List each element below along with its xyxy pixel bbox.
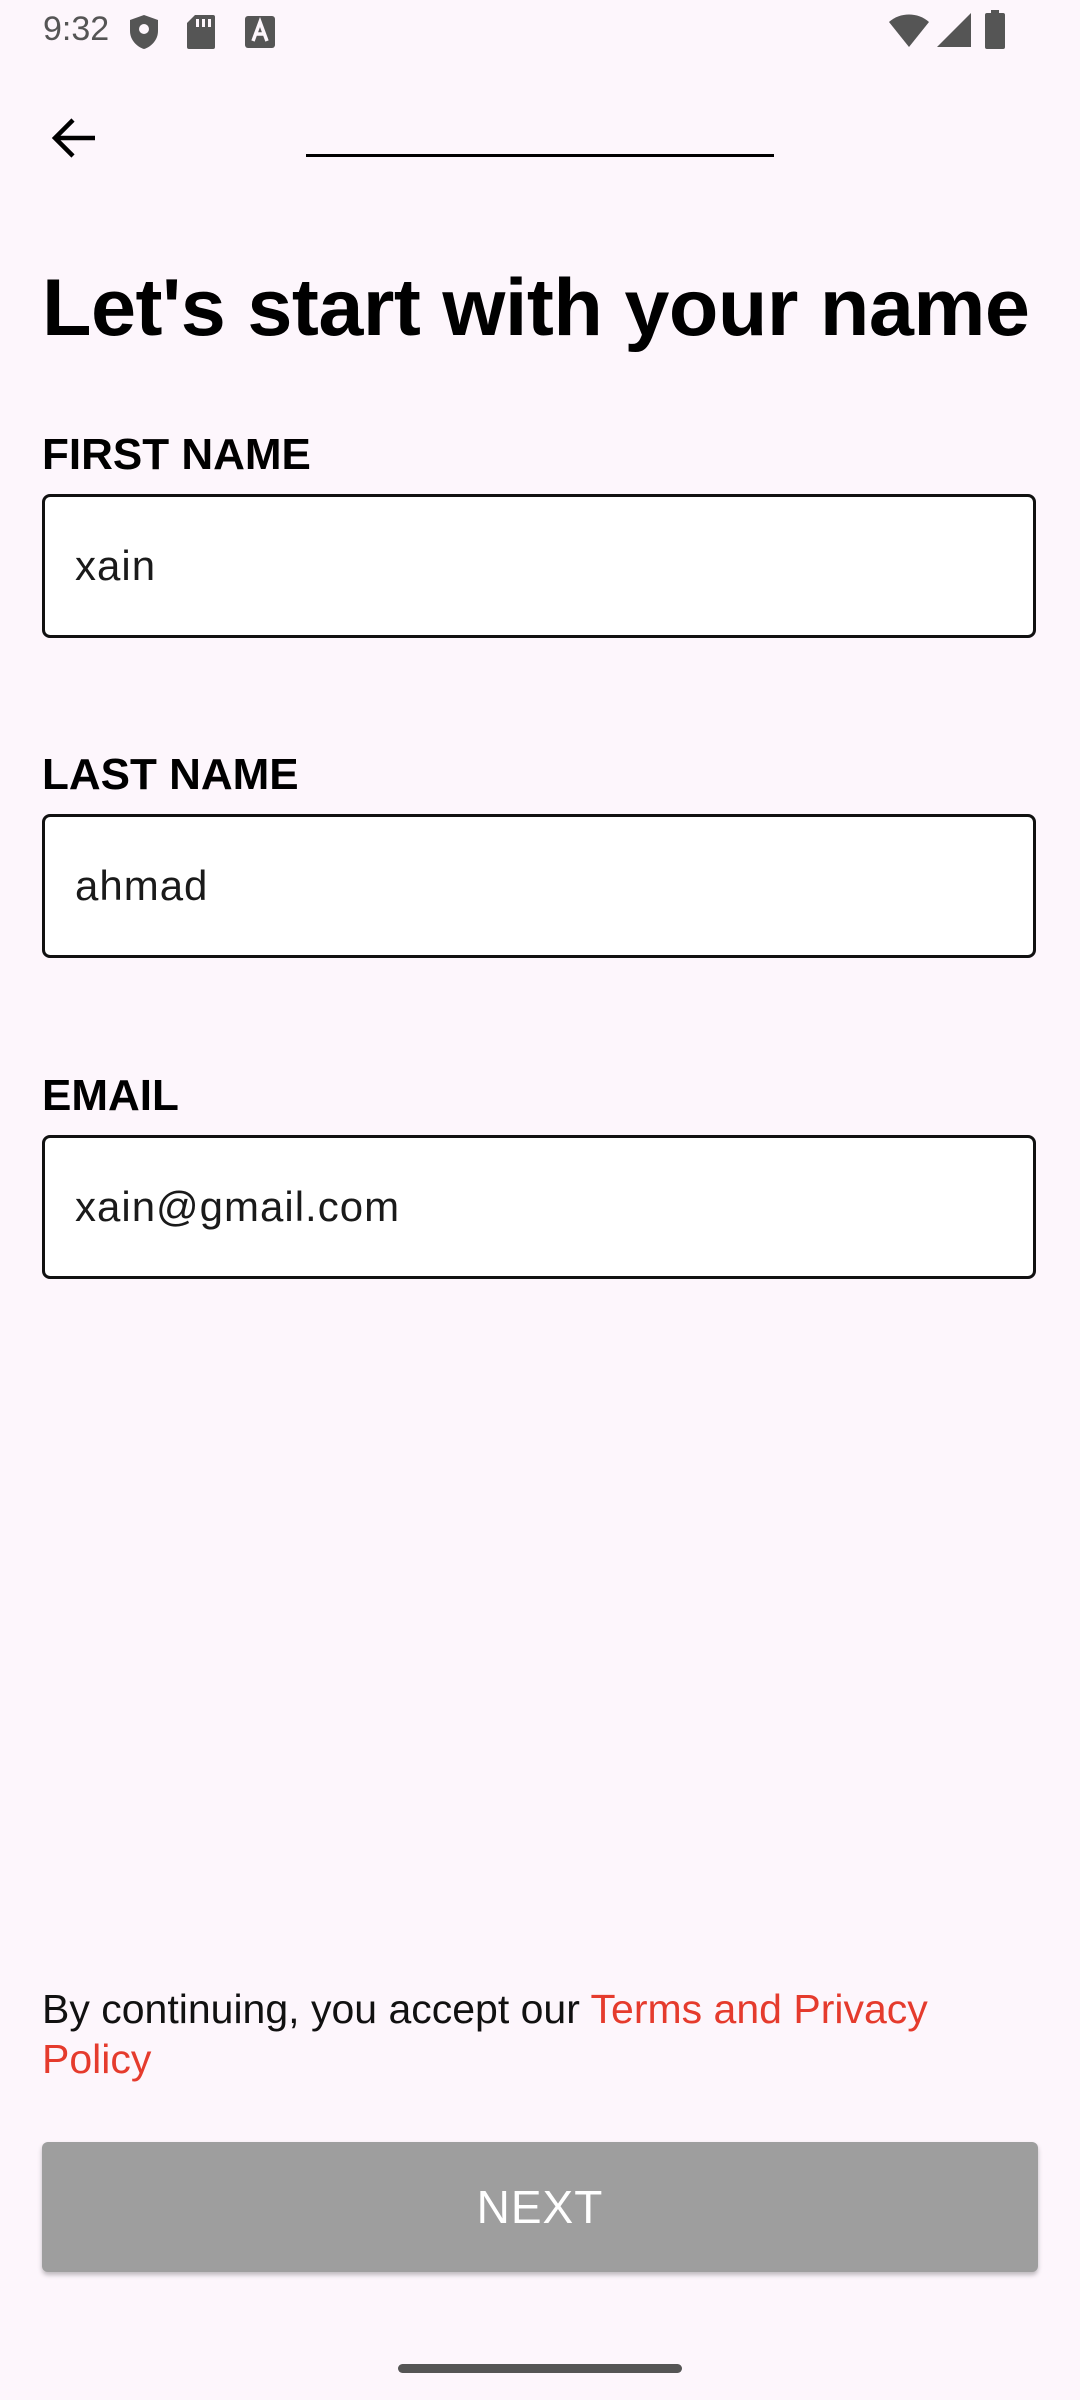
- terms-text: By continuing, you accept our Terms and …: [42, 1984, 1032, 2084]
- first-name-value: xain: [75, 542, 157, 589]
- terms-prefix: By continuing, you accept our: [42, 1986, 591, 2032]
- first-name-label: FIRST NAME: [42, 430, 311, 479]
- first-name-field[interactable]: xain: [42, 494, 1036, 638]
- battery-icon: [984, 10, 1006, 55]
- signal-icon: [936, 12, 972, 53]
- status-bar: 9:32: [0, 0, 1080, 64]
- last-name-field[interactable]: ahmad: [42, 814, 1036, 958]
- back-button[interactable]: [30, 96, 118, 184]
- keyboard-a-icon: [244, 14, 276, 55]
- last-name-label: LAST NAME: [42, 750, 299, 799]
- email-value: xain@gmail.com: [75, 1183, 401, 1230]
- arrow-back-icon: [51, 117, 97, 164]
- email-label: EMAIL: [42, 1071, 179, 1120]
- home-indicator[interactable]: [398, 2364, 682, 2373]
- wifi-icon: [888, 12, 930, 53]
- page-title: Let's start with your name: [42, 263, 1030, 353]
- next-button[interactable]: NEXT: [42, 2142, 1038, 2272]
- sd-card-icon: [186, 14, 216, 55]
- email-field[interactable]: xain@gmail.com: [42, 1135, 1036, 1279]
- last-name-value: ahmad: [75, 862, 209, 909]
- status-time: 9:32: [43, 10, 110, 48]
- shield-icon: [128, 14, 160, 55]
- progress-indicator: [306, 154, 774, 157]
